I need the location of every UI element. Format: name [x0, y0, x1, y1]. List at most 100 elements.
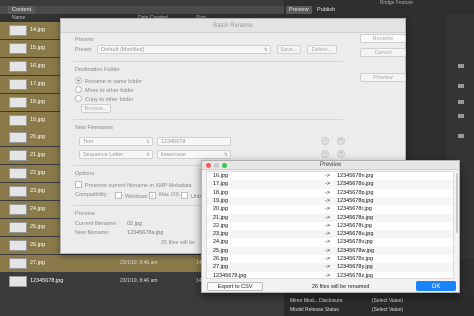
- preview-row[interactable]: 24.jpg -> 12345678v.jpg: [207, 238, 453, 246]
- ok-button-shape: OK: [416, 281, 456, 291]
- new-filename: 12345678p.jpg: [337, 189, 374, 196]
- column-name[interactable]: Name: [12, 14, 25, 22]
- original-filename: 27.jpg: [213, 264, 228, 271]
- file-thumbnail[interactable]: [9, 257, 27, 269]
- remove-row-icon[interactable]: −: [321, 150, 329, 158]
- presets-heading: Presets: [75, 37, 94, 43]
- rename-arrow: ->: [325, 231, 331, 238]
- browse-button[interactable]: Browse...: [81, 104, 111, 113]
- zoom-icon[interactable]: [222, 163, 227, 168]
- new-filename-value: 12345678a.jpg: [127, 230, 164, 236]
- radio-copy-folder[interactable]: Copy to other folder: [75, 95, 133, 103]
- preview-row[interactable]: 25.jpg -> 12345678w.jpg: [207, 246, 453, 255]
- file-thumbnail[interactable]: [9, 204, 27, 215]
- expand-icon[interactable]: [458, 84, 464, 88]
- release-value[interactable]: (Select Value): [372, 307, 403, 313]
- ok-button-label: OK: [432, 284, 441, 290]
- preview-row[interactable]: 21.jpg -> 12345678s.jpg: [207, 213, 453, 222]
- preview-row[interactable]: 23.jpg -> 12345678u.jpg: [207, 230, 453, 239]
- expand-icon[interactable]: [458, 134, 464, 138]
- file-thumbnail[interactable]: [9, 96, 27, 108]
- file-thumbnail[interactable]: [9, 150, 27, 162]
- original-filename: 23.jpg: [213, 231, 228, 238]
- radio-same-folder[interactable]: Rename in same folder: [75, 77, 142, 85]
- file-thumbnail[interactable]: [9, 60, 27, 72]
- rename-arrow: ->: [325, 197, 331, 204]
- save-preset-button[interactable]: Save...: [277, 45, 301, 54]
- file-thumbnail[interactable]: [9, 168, 27, 180]
- file-thumbnail[interactable]: [9, 78, 27, 90]
- cancel-button[interactable]: Cancel: [360, 48, 406, 57]
- radio-move-folder[interactable]: Move to other folder: [75, 86, 134, 94]
- macos-checkbox[interactable]: Mac OS: [149, 192, 179, 199]
- element-type-select-1[interactable]: Text: [79, 137, 153, 146]
- rename-arrow: ->: [325, 189, 331, 196]
- original-filename: 20.jpg: [213, 206, 228, 213]
- file-thumbnail[interactable]: [9, 114, 27, 126]
- preview-row[interactable]: 26.jpg -> 12345678x.jpg: [207, 255, 453, 263]
- expand-icon[interactable]: [458, 64, 464, 68]
- file-thumbnail[interactable]: [9, 239, 27, 251]
- separator: [73, 61, 343, 62]
- add-row-icon[interactable]: +: [337, 150, 345, 158]
- file-thumbnail[interactable]: [9, 132, 27, 144]
- file-date: 23/1/19, 8:46 am: [120, 277, 158, 284]
- preview-row[interactable]: 27.jpg -> 12345678y.jpg: [207, 263, 453, 272]
- preview-row[interactable]: 20.jpg -> 12345678r.jpg: [207, 205, 453, 213]
- text-value-input[interactable]: 12345678: [157, 137, 231, 146]
- dialog-title: Batch Rename: [61, 19, 405, 33]
- file-name: 18.jpg: [30, 98, 45, 105]
- close-icon[interactable]: [206, 163, 211, 168]
- tab-publish[interactable]: Publish: [314, 6, 338, 14]
- export-csv-button[interactable]: Export to CSV: [207, 282, 263, 291]
- new-filename: 12345678y.jpg: [337, 264, 373, 271]
- preview-row[interactable]: 17.jpg -> 12345678o.jpg: [207, 180, 453, 189]
- disclosure-value[interactable]: (Select Value): [372, 298, 403, 304]
- rename-arrow: ->: [325, 239, 331, 246]
- ok-button[interactable]: OK: [416, 281, 456, 291]
- scrollbar[interactable]: [456, 173, 458, 233]
- preview-row[interactable]: 22.jpg -> 12345678t.jpg: [207, 222, 453, 230]
- rename-button[interactable]: Rename: [360, 34, 406, 43]
- add-row-icon[interactable]: +: [337, 137, 345, 145]
- element-type-select-2[interactable]: Sequence Letter: [79, 150, 153, 159]
- new-filename: 12345678o.jpg: [337, 181, 374, 188]
- rename-preview-list[interactable]: 16.jpg -> 12345678n.jpg 17.jpg -> 12345678o.j…: [206, 171, 454, 279]
- separator: [73, 119, 343, 120]
- file-thumbnail[interactable]: [9, 42, 27, 54]
- preview-row[interactable]: 18.jpg -> 12345678p.jpg: [207, 189, 453, 197]
- preview-row[interactable]: 16.jpg -> 12345678n.jpg: [207, 172, 453, 180]
- expand-icon[interactable]: [458, 114, 464, 118]
- file-name: 14.jpg: [30, 27, 45, 33]
- file-name: 16.jpg: [30, 62, 45, 69]
- tab-preview[interactable]: Preview: [286, 6, 312, 14]
- file-thumbnail[interactable]: [9, 186, 27, 198]
- remove-row-icon[interactable]: −: [321, 137, 329, 145]
- file-name: 25.jpg: [30, 223, 45, 230]
- file-name: 20.jpg: [30, 134, 45, 141]
- destination-heading: Destination Folder: [75, 67, 120, 73]
- preview-row[interactable]: 12345678.jpg -> 12345678z.jpg: [207, 272, 453, 278]
- minimize-icon[interactable]: [214, 163, 219, 168]
- unix-checkbox[interactable]: Unix: [181, 192, 202, 200]
- preview-row[interactable]: 19.jpg -> 12345678q.jpg: [207, 196, 453, 206]
- windows-checkbox[interactable]: Windows: [115, 192, 147, 200]
- expand-icon[interactable]: [458, 100, 464, 104]
- file-thumbnail[interactable]: [9, 25, 27, 36]
- current-filename-label: Current filename:: [75, 221, 118, 227]
- file-thumbnail[interactable]: [9, 221, 27, 233]
- rename-arrow: ->: [325, 214, 331, 221]
- original-filename: 21.jpg: [213, 214, 228, 221]
- file-name: 12345678.jpg: [30, 277, 64, 284]
- file-thumbnail[interactable]: [9, 275, 27, 287]
- preview-window: Preview 16.jpg -> 12345678n.jpg 17.jpg -> 123…: [201, 160, 460, 293]
- tab-content[interactable]: Content: [8, 6, 36, 14]
- new-filename: 12345678n.jpg: [337, 173, 374, 179]
- preview-button[interactable]: Preview: [360, 73, 406, 82]
- preview-title: Preview: [202, 161, 459, 170]
- original-filename: 25.jpg: [213, 247, 228, 254]
- preserve-filename-checkbox[interactable]: Preserve current filename in XMP Metadat…: [75, 181, 192, 189]
- preset-select[interactable]: Default (Modified): [97, 45, 271, 54]
- letter-case-select[interactable]: lowercase: [157, 150, 231, 159]
- delete-preset-button[interactable]: Delete...: [307, 45, 337, 54]
